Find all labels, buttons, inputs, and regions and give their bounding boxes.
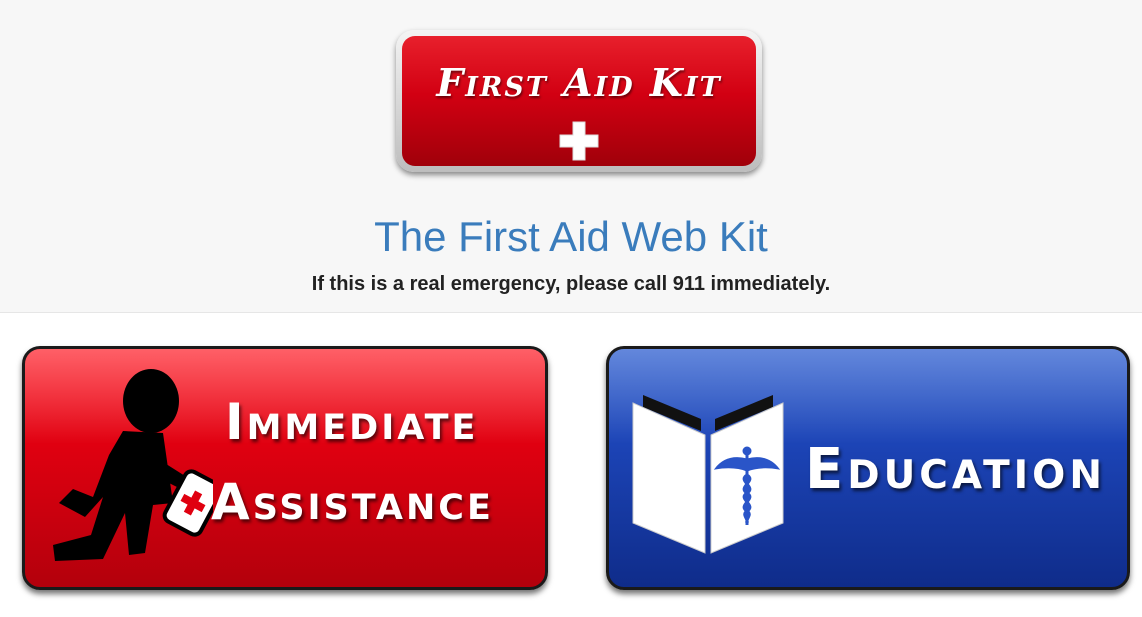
assistance-label: Assistance: [211, 473, 494, 531]
immediate-assistance-button[interactable]: Immediate Assistance: [22, 346, 548, 590]
book-caduceus-icon: [632, 395, 784, 554]
first-aid-kit-logo[interactable]: First Aid Kit: [396, 30, 762, 172]
hero-header: First Aid Kit The First Aid Web Kit If t…: [0, 0, 1142, 313]
medical-cross-icon: [559, 121, 599, 161]
person-with-first-aid-kit-icon: [53, 369, 213, 561]
education-label: Education: [805, 437, 1106, 502]
immediate-label: Immediate: [225, 393, 479, 451]
emergency-notice: If this is a real emergency, please call…: [311, 273, 831, 295]
site-title: The First Aid Web Kit: [374, 213, 768, 260]
education-button[interactable]: Education: [606, 346, 1130, 590]
logo-badge: First Aid Kit: [402, 36, 756, 166]
logo-text: First Aid Kit: [436, 60, 722, 105]
